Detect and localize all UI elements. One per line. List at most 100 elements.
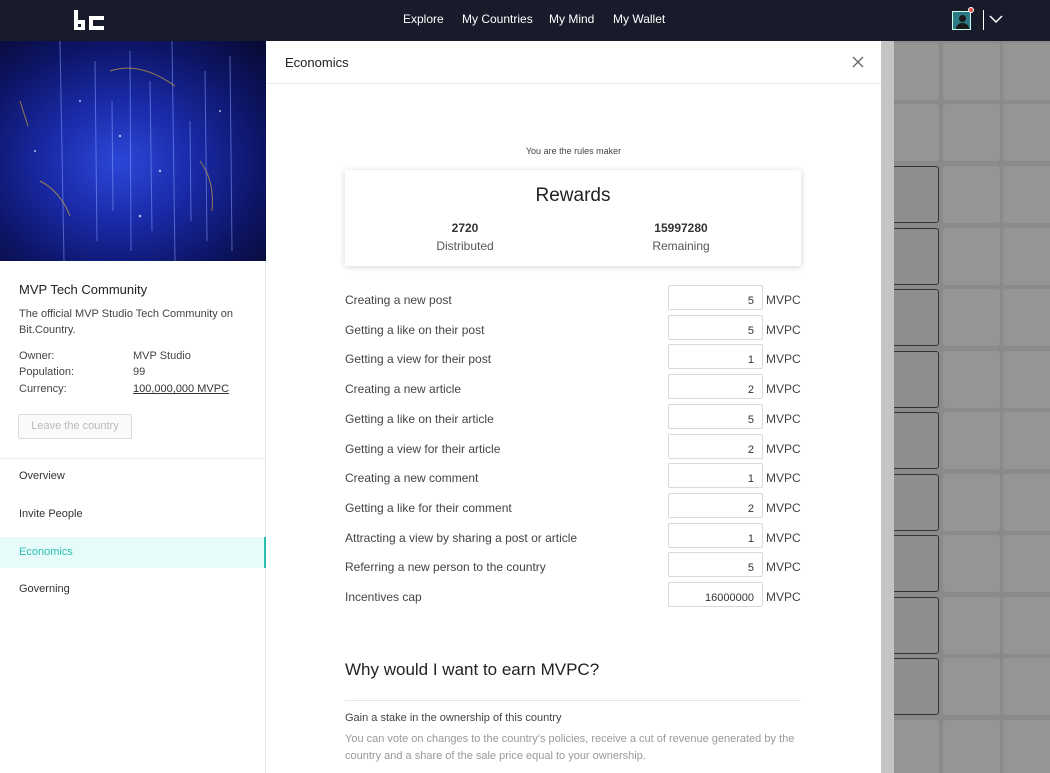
grid-cell — [1003, 351, 1050, 408]
rule-label: Creating a new article — [345, 382, 462, 396]
avatar-head — [959, 15, 966, 22]
community-title: MVP Tech Community — [19, 282, 148, 297]
why-earn-subtitle: Gain a stake in the ownership of this co… — [345, 712, 562, 724]
nav-explore[interactable]: Explore — [403, 12, 444, 26]
grid-cell — [1003, 474, 1050, 531]
grid-cell — [943, 228, 1000, 285]
nav-divider — [983, 10, 984, 30]
rule-unit: MVPC — [766, 501, 801, 515]
grid-cell — [1003, 597, 1050, 654]
grid-cell — [943, 597, 1000, 654]
currency-label: Currency: — [19, 383, 67, 395]
modal-scrollbar[interactable] — [881, 41, 894, 773]
rewards-title: Rewards — [535, 185, 611, 206]
chevron-down-icon[interactable] — [988, 11, 1004, 27]
rule-unit: MVPC — [766, 352, 801, 366]
rule-unit: MVPC — [766, 412, 801, 426]
population-label: Population: — [19, 366, 75, 378]
owner-label: Owner: — [19, 350, 55, 362]
grid-cell — [892, 535, 939, 592]
rule-label: Incentives cap — [345, 590, 422, 604]
distributed-label: Distributed — [436, 239, 494, 253]
grid-cell — [892, 166, 939, 223]
grid-cell — [943, 474, 1000, 531]
grid-cell — [943, 43, 1000, 100]
nav-my-wallet[interactable]: My Wallet — [613, 12, 665, 26]
grid-cell — [943, 289, 1000, 346]
community-sidebar: MVP Tech Community The official MVP Stud… — [0, 41, 266, 773]
rule-label: Getting a view for their article — [345, 442, 501, 456]
grid-cell — [1003, 412, 1050, 469]
grid-cell — [1003, 658, 1050, 715]
close-icon[interactable] — [852, 56, 864, 68]
remaining-value: 15997280 — [654, 221, 708, 235]
population-value: 99 — [133, 366, 146, 378]
sidebar-item-overview[interactable]: Overview — [0, 461, 266, 492]
grid-cell — [943, 351, 1000, 408]
rule-unit: MVPC — [766, 382, 801, 396]
rule-unit: MVPC — [766, 560, 801, 574]
rule-value-input[interactable] — [668, 582, 763, 607]
owner-value: MVP Studio — [133, 350, 191, 362]
grid-cell — [943, 104, 1000, 161]
rule-label: Getting a view for their post — [345, 352, 492, 366]
rule-row: Incentives cap MVPC — [345, 582, 805, 616]
economics-modal: Economics You are the rules maker Reward… — [266, 41, 881, 773]
rule-unit: MVPC — [766, 471, 801, 485]
why-earn-text: You can vote on changes to the country's… — [345, 733, 795, 762]
rule-value-input[interactable] — [668, 285, 763, 310]
nav-my-countries[interactable]: My Countries — [462, 12, 533, 26]
rule-value-input[interactable] — [668, 344, 763, 369]
rule-value-input[interactable] — [668, 523, 763, 548]
rule-value-input[interactable] — [668, 493, 763, 518]
background-grid — [892, 41, 1050, 773]
rule-value-input[interactable] — [668, 374, 763, 399]
rules-maker-text: You are the rules maker — [525, 146, 622, 156]
grid-cell — [1003, 535, 1050, 592]
rule-value-input[interactable] — [668, 315, 763, 340]
rule-value-input[interactable] — [668, 552, 763, 577]
grid-cell — [1003, 289, 1050, 346]
grid-cell — [892, 474, 939, 531]
grid-cell — [943, 658, 1000, 715]
grid-cell — [1003, 104, 1050, 161]
grid-cell — [892, 289, 939, 346]
grid-cell — [892, 104, 939, 161]
rule-value-input[interactable] — [668, 434, 763, 459]
modal-header: Economics — [266, 41, 881, 84]
rule-unit: MVPC — [766, 293, 801, 307]
rewards-card: Rewards 2720 Distributed 15997280 Remain… — [345, 170, 801, 266]
grid-cell — [943, 412, 1000, 469]
grid-cell — [892, 720, 939, 773]
rule-unit: MVPC — [766, 531, 801, 545]
why-divider — [345, 700, 801, 701]
grid-cell — [892, 597, 939, 654]
community-description: The official MVP Studio Tech Community o… — [19, 308, 233, 336]
grid-cell — [892, 658, 939, 715]
community-banner-image — [0, 41, 266, 261]
main-nav: Explore My Countries My Mind My Wallet — [0, 0, 1050, 41]
currency-link[interactable]: 100,000,000 MVPC — [133, 383, 229, 395]
avatar-icon[interactable] — [952, 11, 971, 30]
rule-unit: MVPC — [766, 323, 801, 337]
rule-label: Getting a like on their article — [345, 412, 494, 426]
rule-label: Referring a new person to the country — [345, 560, 546, 574]
grid-cell — [943, 535, 1000, 592]
grid-cell — [1003, 166, 1050, 223]
rule-label: Attracting a view by sharing a post or a… — [345, 531, 578, 545]
rule-label: Creating a new comment — [345, 471, 479, 485]
avatar-body — [956, 23, 969, 29]
grid-cell — [892, 412, 939, 469]
nav-my-mind[interactable]: My Mind — [549, 12, 594, 26]
sidebar-item-governing[interactable]: Governing — [0, 574, 266, 605]
grid-cell — [1003, 720, 1050, 773]
sidebar-item-invite-people[interactable]: Invite People — [0, 499, 266, 530]
rule-value-input[interactable] — [668, 404, 763, 429]
rule-value-input[interactable] — [668, 463, 763, 488]
grid-cell — [892, 351, 939, 408]
notification-dot-icon — [968, 7, 974, 13]
rule-label: Getting a like for their comment — [345, 501, 512, 515]
sidebar-item-economics[interactable]: Economics — [0, 537, 266, 568]
remaining-label: Remaining — [652, 239, 710, 253]
leave-country-button[interactable]: Leave the country — [18, 414, 132, 439]
